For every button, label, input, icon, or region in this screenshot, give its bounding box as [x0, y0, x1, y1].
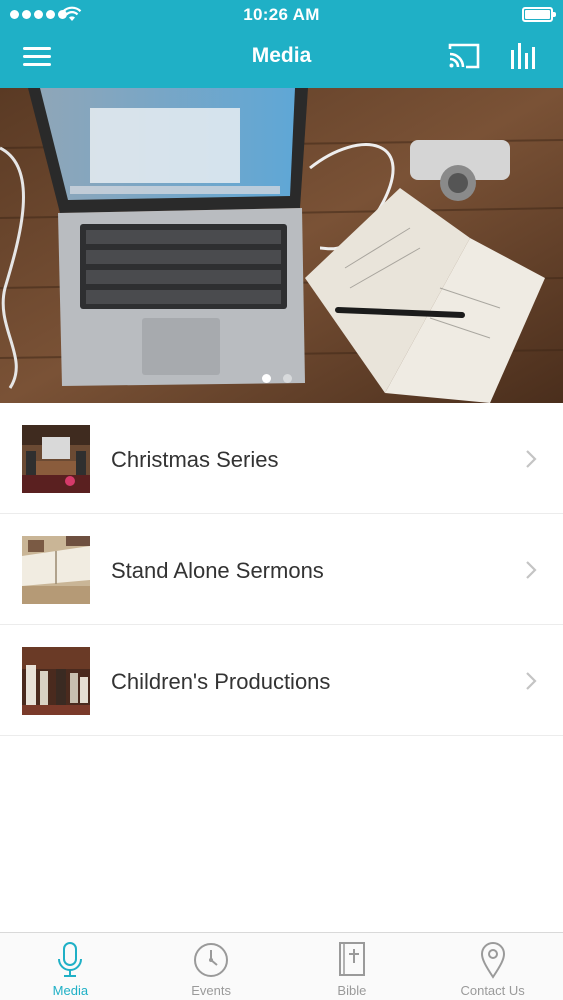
cast-button[interactable] [446, 40, 486, 76]
open-bible-thumbnail [22, 536, 90, 604]
hero-carousel[interactable] [0, 88, 563, 403]
status-bar: 10:26 AM [0, 0, 563, 30]
status-time: 10:26 AM [243, 5, 320, 24]
menu-button[interactable] [20, 42, 56, 72]
bible-icon [338, 942, 365, 976]
tab-events[interactable]: Events [141, 933, 282, 1000]
church-altar-thumbnail [22, 425, 90, 493]
cast-icon [448, 43, 480, 69]
tab-label: Media [52, 983, 89, 998]
tab-contact-us[interactable]: Contact Us [422, 933, 563, 1000]
top-bar: 10:26 AM Media [0, 0, 563, 88]
tab-label: Bible [337, 983, 367, 998]
microphone-icon [58, 942, 83, 977]
hamburger-icon [23, 47, 51, 50]
hero-image-laptop-desk [0, 88, 563, 403]
list-item-label: Stand Alone Sermons [111, 558, 324, 583]
nativity-play-thumbnail [22, 647, 90, 715]
list-item-childrens-productions[interactable]: Children's Productions [0, 625, 563, 736]
tab-label: Contact Us [460, 983, 525, 998]
carousel-dot-2[interactable] [283, 374, 292, 383]
chevron-right-icon [526, 561, 537, 579]
carousel-dot-1[interactable] [262, 374, 271, 383]
media-list: Christmas Series Stand Alone Sermons Chi… [0, 403, 563, 736]
chevron-right-icon [526, 672, 537, 690]
chevron-right-icon [526, 450, 537, 468]
battery-icon [522, 7, 556, 22]
nav-bar: Media [0, 30, 563, 88]
tab-bible[interactable]: Bible [282, 933, 423, 1000]
stats-button[interactable] [508, 40, 548, 76]
location-pin-icon [480, 942, 505, 979]
list-item-stand-alone-sermons[interactable]: Stand Alone Sermons [0, 514, 563, 625]
carousel-dots [262, 374, 292, 383]
list-item-label: Children's Productions [111, 669, 331, 694]
bar-chart-icon [511, 43, 535, 69]
tab-media[interactable]: Media [0, 933, 141, 1000]
list-item-christmas-series[interactable]: Christmas Series [0, 403, 563, 514]
clock-icon [194, 943, 229, 977]
list-item-label: Christmas Series [111, 447, 279, 472]
tab-label: Events [191, 983, 231, 998]
tab-bar: Media Events Bible Contact Us [0, 932, 563, 1000]
